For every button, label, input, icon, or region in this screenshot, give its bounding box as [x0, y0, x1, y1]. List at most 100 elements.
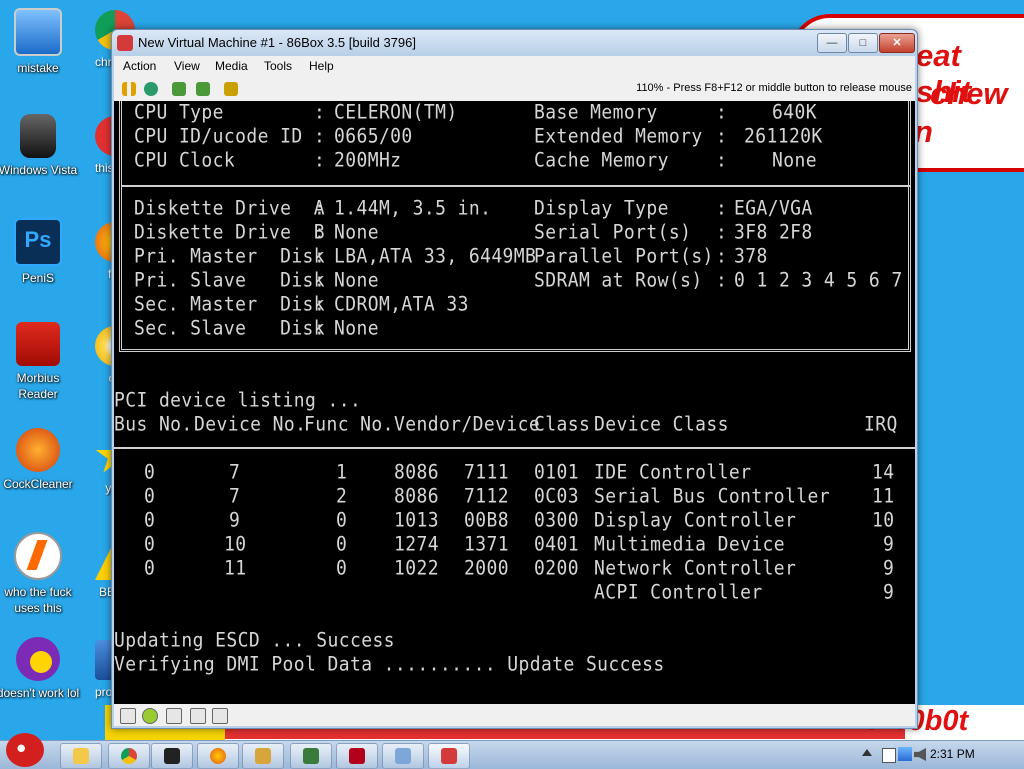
pci-cell-name: Network Controller: [594, 557, 797, 580]
network-icon[interactable]: [190, 708, 206, 724]
cdrom-icon[interactable]: [142, 708, 158, 724]
pci-cell-func: 1: [336, 461, 348, 484]
hard-disk-icon[interactable]: [166, 708, 182, 724]
7zip-icon: [164, 748, 180, 764]
taskbar-button-firefox[interactable]: [197, 743, 239, 769]
taskbar-button-86box[interactable]: [428, 743, 470, 769]
media-icon: [303, 748, 319, 764]
86box-icon: [441, 748, 457, 764]
volume-icon[interactable]: [914, 748, 926, 761]
pci-cell-name: Multimedia Device: [594, 533, 786, 556]
taskbar-button-chrome[interactable]: [108, 743, 150, 769]
pci-cell-dev: 7: [229, 461, 241, 484]
pci-cell-bus: 0: [144, 509, 156, 532]
desktop-icon-yahoo[interactable]: doesn't work lol: [0, 637, 80, 701]
extended-memory-value: 261120K: [744, 125, 823, 148]
sysinfo-divider: [122, 185, 911, 187]
status-bar: [114, 704, 915, 726]
clock[interactable]: 2:31 PM: [930, 747, 975, 761]
desktop-icon-windows-vista[interactable]: Windows Vista: [0, 114, 80, 178]
menu-help[interactable]: Help: [309, 59, 334, 73]
colon: :: [716, 101, 728, 124]
parallel-ports-value: 378: [734, 245, 768, 268]
menu-media[interactable]: Media: [215, 59, 248, 73]
menu-view[interactable]: View: [174, 59, 200, 73]
close-button[interactable]: ✕: [879, 33, 915, 53]
pci-cell-bus: 0: [144, 485, 156, 508]
pci-cell-class: 0300: [534, 509, 579, 532]
network-tray-icon[interactable]: [898, 747, 912, 761]
floppy-icon[interactable]: [120, 708, 136, 724]
pci-cell-irq: 10: [872, 509, 895, 532]
pci-cell-irq: 11: [872, 485, 895, 508]
taskbar-button-flash[interactable]: [336, 743, 378, 769]
cpu-clock-value: 200MHz: [334, 149, 402, 172]
pci-cell-class: 0C03: [534, 485, 579, 508]
sec-master-label: Sec. Master Disk: [134, 293, 326, 316]
taskbar-button-media[interactable]: [290, 743, 332, 769]
display-type-value: EGA/VGA: [734, 197, 813, 220]
sdram-rows-label: SDRAM at Row(s): [534, 269, 703, 292]
serial-ports-label: Serial Port(s): [534, 221, 692, 244]
ctrl-alt-esc-icon[interactable]: [196, 82, 210, 96]
sound-icon[interactable]: [212, 708, 228, 724]
ctrl-alt-del-icon[interactable]: [172, 82, 186, 96]
menu-action[interactable]: Action: [123, 59, 156, 73]
colon: :: [716, 125, 728, 148]
settings-icon[interactable]: [224, 82, 238, 96]
colon: :: [314, 101, 326, 124]
vm-screen[interactable]: CPU Type : CELERON(TM) CPU ID/ucode ID :…: [114, 101, 915, 704]
cache-memory-value: None: [772, 149, 817, 172]
pci-cell-device: 2000: [464, 557, 509, 580]
menu-bar: Action View Media Tools Help: [114, 56, 915, 77]
pci-cell-dev: 9: [229, 509, 241, 532]
pci-col-bus: Bus No.: [114, 413, 193, 436]
pci-cell-class: 0101: [534, 461, 579, 484]
pci-cell-irq: 9: [883, 533, 895, 556]
reset-icon[interactable]: [144, 82, 158, 96]
sec-slave-value: None: [334, 317, 379, 340]
menu-tools[interactable]: Tools: [264, 59, 292, 73]
diskette-a-label: Diskette Drive A: [134, 197, 326, 220]
pause-icon[interactable]: [122, 82, 136, 96]
desktop-icon-who-uses-this[interactable]: who the fuck uses this: [0, 532, 80, 616]
maximize-button[interactable]: □: [848, 33, 878, 53]
toolbar: 110% - Press F8+F12 or middle button to …: [114, 77, 915, 102]
taskbar-button-install[interactable]: [382, 743, 424, 769]
flag-icon[interactable]: [882, 748, 896, 763]
colon: :: [716, 197, 728, 220]
colon: :: [314, 149, 326, 172]
desktop-icon-cockcleaner[interactable]: CockCleaner: [0, 428, 80, 492]
colon: :: [314, 245, 326, 268]
pri-slave-label: Pri. Slave Disk: [134, 269, 326, 292]
pci-cell-vendor: 8086: [394, 461, 439, 484]
vm-window: New Virtual Machine #1 - 86Box 3.5 [buil…: [111, 29, 918, 729]
pci-col-class: Class: [534, 413, 591, 436]
desktop-icon-morbius-reader[interactable]: Morbius Reader: [0, 322, 80, 402]
diskette-a-value: 1.44M, 3.5 in.: [334, 197, 492, 220]
start-button[interactable]: [2, 731, 48, 769]
taskbar-button-7zip[interactable]: [151, 743, 193, 769]
pci-cell-irq: 9: [883, 557, 895, 580]
minimize-button[interactable]: —: [817, 33, 847, 53]
tray-expand-icon[interactable]: [862, 749, 872, 756]
install-icon: [395, 748, 411, 764]
pci-cell-name: Serial Bus Controller: [594, 485, 830, 508]
pci-cell-vendor: 8086: [394, 485, 439, 508]
desktop-icon-mistake[interactable]: mistake: [0, 8, 80, 76]
colon: :: [314, 125, 326, 148]
pci-cell-irq: 9: [883, 581, 895, 604]
colon: :: [716, 149, 728, 172]
dmi-status: Verifying DMI Pool Data .......... Updat…: [114, 653, 665, 676]
taskbar-button-archive[interactable]: [242, 743, 284, 769]
window-titlebar[interactable]: New Virtual Machine #1 - 86Box 3.5 [buil…: [112, 30, 917, 56]
pci-cell-name: ACPI Controller: [594, 581, 763, 604]
pci-cell-device: 00B8: [464, 509, 509, 532]
angry-bird-icon: [6, 733, 44, 767]
desktop-icon-photoshop[interactable]: Ps PeniS: [0, 218, 80, 286]
colon: :: [716, 221, 728, 244]
taskbar-button-explorer[interactable]: [60, 743, 102, 769]
pci-cell-class: 0200: [534, 557, 579, 580]
diskette-b-label: Diskette Drive B: [134, 221, 326, 244]
pci-cell-name: IDE Controller: [594, 461, 752, 484]
